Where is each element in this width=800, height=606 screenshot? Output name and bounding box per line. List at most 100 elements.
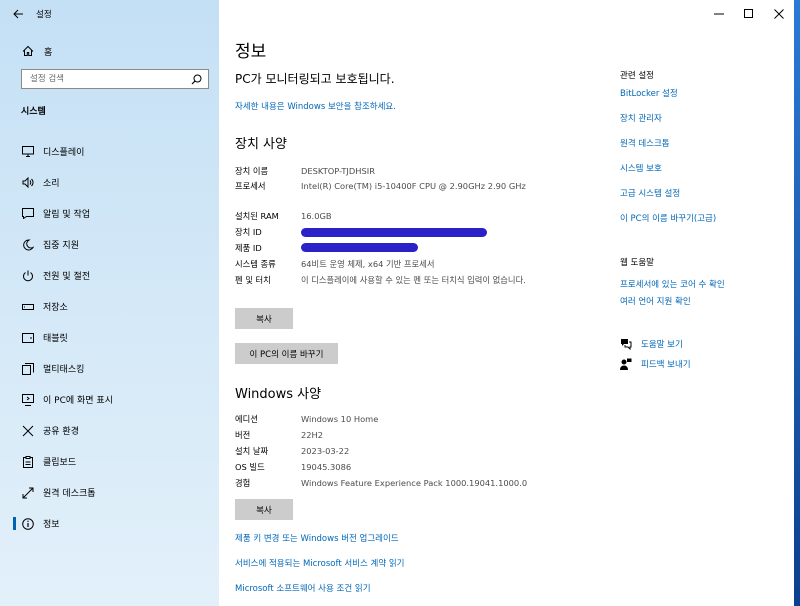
spec-row: 경험 Windows Feature Experience Pack 1000.…: [235, 477, 541, 493]
get-help-label: 도움말 보기: [641, 340, 683, 350]
sidebar-item-display[interactable]: 디스플레이: [0, 136, 219, 167]
device-spec-heading: 장치 사양: [235, 137, 287, 152]
spec-key: 시스템 종류: [235, 259, 276, 269]
minimize-button[interactable]: [704, 0, 734, 28]
spec-value: Windows Feature Experience Pack 1000.190…: [301, 478, 528, 488]
tablet-icon: [22, 332, 34, 344]
spec-row: 시스템 종류 64비트 운영 체제, x64 기반 프로세서: [235, 258, 526, 274]
spec-row: 설치된 RAM 16.0GB: [235, 210, 526, 226]
sidebar: 설정 홈 시스템 디스플레이 소리 알림 및 작업: [0, 0, 219, 606]
web-help-heading: 웹 도움말: [620, 258, 654, 268]
spec-key: 설치 날짜: [235, 446, 269, 456]
copy-windows-spec-button[interactable]: 복사: [235, 499, 293, 520]
page-title: 정보: [235, 42, 267, 62]
info-icon: [22, 517, 34, 530]
sidebar-item-label: 저장소: [43, 303, 68, 313]
spec-key: 장치 ID: [235, 227, 262, 237]
sidebar-item-multitasking[interactable]: 멀티태스킹: [0, 353, 219, 384]
sidebar-item-clipboard[interactable]: 클립보드: [0, 446, 219, 477]
sidebar-item-label: 집중 지원: [43, 241, 79, 251]
spec-key: OS 빌드: [235, 462, 265, 472]
sidebar-item-label: 디스플레이: [43, 148, 85, 158]
remote-desktop-link[interactable]: 원격 데스크톱: [620, 137, 670, 149]
spec-row: 설치 날짜 2023-03-22: [235, 445, 541, 461]
search-input[interactable]: [30, 74, 180, 84]
minimize-icon: [714, 13, 724, 15]
storage-icon: [22, 301, 34, 313]
spec-key: 설치된 RAM: [235, 211, 279, 221]
close-icon: [774, 9, 784, 19]
remote-icon: [22, 487, 34, 499]
nav-list: 디스플레이 소리 알림 및 작업 집중 지원 전원 및 절전 저장소 태블릿 멀…: [0, 136, 219, 539]
monitor-icon: [22, 146, 34, 158]
section-label: 시스템: [21, 107, 46, 117]
power-icon: [22, 270, 34, 282]
back-arrow-icon: [12, 9, 23, 19]
multi-language-support-link[interactable]: 여러 언어 지원 확인: [620, 295, 691, 307]
spec-value: 19045.3086: [301, 462, 352, 472]
spec-row: 버전 22H2: [235, 429, 541, 445]
spec-value: Intel(R) Core(TM) i5-10400F CPU @ 2.90GH…: [301, 181, 526, 191]
spec-value: 16.0GB: [301, 211, 332, 221]
system-protection-link[interactable]: 시스템 보호: [620, 162, 662, 174]
sidebar-item-label: 소리: [43, 179, 60, 189]
project-icon: [22, 393, 34, 406]
get-help-link[interactable]: 도움말 보기: [620, 338, 683, 350]
spec-key: 경험: [235, 478, 251, 488]
sidebar-item-label: 태블릿: [43, 334, 68, 344]
search-icon[interactable]: [191, 74, 202, 85]
home-label: 홈: [44, 47, 53, 58]
search-box[interactable]: [21, 69, 209, 89]
sidebar-item-storage[interactable]: 저장소: [0, 291, 219, 322]
sidebar-item-label: 정보: [43, 520, 60, 530]
windows-spec-table: 에디션 Windows 10 Home 버전 22H2 설치 날짜 2023-0…: [235, 413, 541, 493]
sidebar-item-sound[interactable]: 소리: [0, 167, 219, 198]
sidebar-item-label: 원격 데스크톱: [43, 489, 96, 499]
device-manager-link[interactable]: 장치 관리자: [620, 112, 662, 124]
copy-device-spec-button[interactable]: 복사: [235, 308, 293, 329]
send-feedback-label: 피드백 보내기: [641, 360, 691, 370]
windows-security-link[interactable]: 자세한 내용은 Windows 보안을 참조하세요.: [235, 100, 396, 112]
maximize-icon: [744, 9, 753, 18]
spec-row: 장치 이름 DESKTOP-TJDHSIR: [235, 165, 526, 180]
send-feedback-link[interactable]: 피드백 보내기: [620, 358, 691, 370]
spec-value: 22H2: [301, 430, 324, 440]
sidebar-item-shared-experiences[interactable]: 공유 환경: [0, 415, 219, 446]
bitlocker-settings-link[interactable]: BitLocker 설정: [620, 87, 678, 99]
processor-cores-link[interactable]: 프로세서에 있는 코어 수 확인: [620, 278, 725, 290]
sidebar-item-label: 전원 및 절전: [43, 272, 91, 282]
sidebar-item-notifications[interactable]: 알림 및 작업: [0, 198, 219, 229]
spec-row: 프로세서 Intel(R) Core(TM) i5-10400F CPU @ 2…: [235, 180, 526, 210]
clipboard-icon: [22, 455, 34, 468]
sidebar-item-remote-desktop[interactable]: 원격 데스크톱: [0, 477, 219, 508]
sidebar-item-about[interactable]: 정보: [0, 508, 219, 539]
spec-key: 장치 이름: [235, 166, 269, 176]
sidebar-item-focus-assist[interactable]: 집중 지원: [0, 229, 219, 260]
close-button[interactable]: [764, 0, 794, 28]
sidebar-item-tablet[interactable]: 태블릿: [0, 322, 219, 353]
microsoft-services-agreement-link[interactable]: 서비스에 적용되는 Microsoft 서비스 계약 읽기: [235, 557, 405, 569]
related-settings-heading: 관련 설정: [620, 71, 654, 81]
spec-key: 펜 및 터치: [235, 275, 271, 285]
protection-status-text: PC가 모니터링되고 보호됩니다.: [235, 72, 395, 86]
sidebar-item-power[interactable]: 전원 및 절전: [0, 260, 219, 291]
software-license-terms-link[interactable]: Microsoft 소프트웨어 사용 조건 읽기: [235, 582, 371, 594]
rename-pc-button[interactable]: 이 PC의 이름 바꾸기: [235, 343, 338, 364]
advanced-system-settings-link[interactable]: 고급 시스템 설정: [620, 187, 680, 199]
windows-spec-heading: Windows 사양: [235, 387, 322, 402]
spec-key: 제품 ID: [235, 243, 262, 253]
share-icon: [22, 425, 34, 437]
spec-key: 에디션: [235, 414, 258, 424]
change-product-key-link[interactable]: 제품 키 변경 또는 Windows 버전 업그레이드: [235, 532, 399, 544]
sidebar-item-label: 멀티태스킹: [43, 365, 85, 375]
chat-help-icon: [620, 338, 632, 350]
rename-pc-advanced-link[interactable]: 이 PC의 이름 바꾸기(고급): [620, 212, 716, 224]
spec-row: 에디션 Windows 10 Home: [235, 413, 541, 429]
window-controls: [704, 0, 794, 28]
home-link[interactable]: 홈: [0, 41, 219, 61]
spec-value: 64비트 운영 체제, x64 기반 프로세서: [301, 259, 435, 269]
maximize-button[interactable]: [734, 0, 764, 28]
desktop-background: [794, 0, 800, 606]
back-button[interactable]: [0, 0, 36, 28]
sidebar-item-project[interactable]: 이 PC에 화면 표시: [0, 384, 219, 415]
